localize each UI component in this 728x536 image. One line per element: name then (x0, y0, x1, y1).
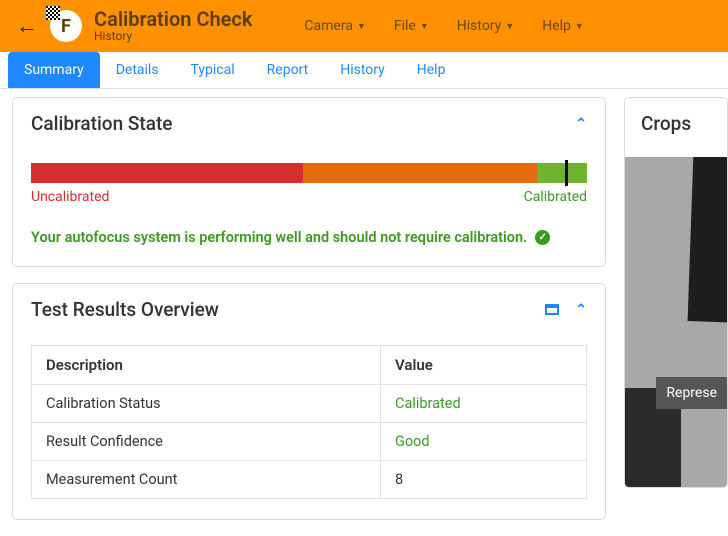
check-circle-icon: ✓ (535, 230, 550, 245)
calibration-meter: Uncalibrated Calibrated (13, 147, 605, 211)
results-table: Description Value Calibration Status Cal… (31, 345, 587, 499)
menu-file[interactable]: File ▼ (394, 18, 429, 34)
topbar: ← F Calibration Check History Camera ▼ F… (0, 0, 728, 52)
meter-segment-red (31, 163, 303, 183)
caret-down-icon: ▼ (420, 21, 429, 32)
menu-camera[interactable]: Camera ▼ (304, 18, 365, 34)
panel-header: Calibration State ⌃ (13, 98, 605, 147)
menu-label: Camera (304, 18, 353, 34)
main-column: Calibration State ⌃ Uncalibrated Calibra… (12, 97, 606, 536)
crop-region (688, 157, 727, 323)
menu-help[interactable]: Help ▼ (542, 18, 584, 34)
cell-desc: Result Confidence (32, 423, 381, 461)
collapse-icon[interactable]: ⌃ (575, 302, 587, 318)
meter-bar (31, 163, 587, 183)
test-results-panel: Test Results Overview ⌃ Description Valu… (12, 283, 606, 520)
caret-down-icon: ▼ (575, 21, 584, 32)
status-message: Your autofocus system is performing well… (31, 229, 527, 246)
col-description: Description (32, 346, 381, 385)
side-column: Crops Represe (624, 97, 728, 536)
panel-header: Test Results Overview ⌃ (13, 284, 605, 333)
crop-image: Represe (625, 157, 727, 487)
menu-label: History (457, 18, 502, 34)
menu-label: File (394, 18, 416, 34)
col-value: Value (381, 346, 587, 385)
page-subtitle: History (94, 30, 252, 43)
tab-history[interactable]: History (324, 52, 401, 88)
table-row: Result Confidence Good (32, 423, 587, 461)
crops-panel: Crops Represe (624, 97, 728, 488)
table-row: Measurement Count 8 (32, 461, 587, 499)
body: Calibration State ⌃ Uncalibrated Calibra… (0, 89, 728, 536)
menu-label: Help (542, 18, 571, 34)
tab-details[interactable]: Details (100, 52, 175, 88)
cell-value: Good (381, 423, 587, 461)
page-title: Calibration Check (94, 8, 252, 30)
top-menus: Camera ▼ File ▼ History ▼ Help ▼ (304, 18, 583, 34)
panel-body: Description Value Calibration Status Cal… (13, 333, 605, 519)
app-logo: F (50, 10, 82, 42)
tab-help[interactable]: Help (401, 52, 462, 88)
calibration-state-panel: Calibration State ⌃ Uncalibrated Calibra… (12, 97, 606, 267)
meter-segment-green (537, 163, 587, 183)
caret-down-icon: ▼ (357, 21, 366, 32)
status-message-row: Your autofocus system is performing well… (13, 211, 605, 266)
back-button[interactable]: ← (16, 13, 38, 39)
label-calibrated: Calibrated (524, 189, 587, 205)
meter-segment-orange (303, 163, 537, 183)
table-header-row: Description Value (32, 346, 587, 385)
cell-desc: Calibration Status (32, 385, 381, 423)
meter-indicator (565, 160, 568, 186)
panel-title: Crops (625, 98, 727, 149)
popout-icon[interactable] (545, 304, 559, 315)
tab-typical[interactable]: Typical (175, 52, 251, 88)
cell-value: 8 (381, 461, 587, 499)
meter-labels: Uncalibrated Calibrated (31, 189, 587, 205)
panel-title: Test Results Overview (31, 298, 219, 321)
caret-down-icon: ▼ (505, 21, 514, 32)
subnav: Summary Details Typical Report History H… (0, 52, 728, 89)
cell-desc: Measurement Count (32, 461, 381, 499)
tab-summary[interactable]: Summary (8, 52, 100, 88)
representative-button[interactable]: Represe (656, 377, 727, 409)
label-uncalibrated: Uncalibrated (31, 189, 109, 205)
panel-title: Calibration State (31, 112, 172, 135)
title-block: Calibration Check History (94, 8, 252, 43)
collapse-icon[interactable]: ⌃ (575, 116, 587, 132)
tab-report[interactable]: Report (251, 52, 325, 88)
table-row: Calibration Status Calibrated (32, 385, 587, 423)
menu-history[interactable]: History ▼ (457, 18, 514, 34)
cell-value: Calibrated (381, 385, 587, 423)
